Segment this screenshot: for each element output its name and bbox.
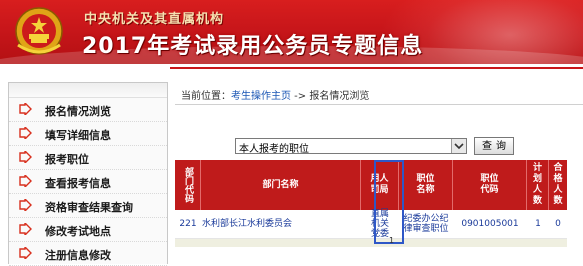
breadcrumb-divider (175, 104, 583, 105)
cell-dept-name: 水利部长江水利委员会 (202, 219, 293, 229)
sidebar-item-label: 报名情况浏览 (45, 105, 111, 118)
query-button[interactable]: 查询 (474, 137, 514, 155)
red-rule (170, 67, 583, 69)
header-banner: 中央机关及其直属机构 2017年考试录用公务员专题信息 (0, 0, 583, 64)
breadcrumb-prefix: 当前位置： (181, 91, 231, 102)
cell-dept-code: 221 (179, 219, 197, 229)
page-title: 2017年考试录用公务员专题信息 (82, 34, 424, 59)
cell-qualified: 0 (555, 219, 561, 229)
sidebar-item-label: 注册信息修改 (45, 249, 111, 262)
sidebar-item-label: 报考职位 (45, 153, 89, 166)
breadcrumb-current: -> 报名情况浏览 (291, 91, 370, 102)
arrow-right-icon (19, 175, 32, 187)
sidebar-item-apply-position[interactable]: 报考职位 (9, 146, 167, 170)
sidebar-item-label: 填写详细信息 (45, 129, 111, 142)
arrow-right-icon (19, 127, 32, 139)
chevron-down-icon[interactable] (451, 139, 466, 153)
sidebar-item-fill-details[interactable]: 填写详细信息 (9, 122, 167, 146)
qualified-column-highlight (374, 160, 404, 244)
cell-planned: 1 (535, 219, 541, 229)
sidebar-item-change-exam-location[interactable]: 修改考试地点 (9, 218, 167, 242)
cell-position-code: 0901005001 (461, 219, 519, 229)
sidebar-item-signup-status[interactable]: 报名情况浏览 (9, 98, 167, 122)
arrow-right-icon (19, 103, 32, 115)
table-footer (175, 239, 567, 247)
positions-table: 部门代码 部门名称 用人司局 职位名称 职位代码 计划人数 合格人数 221 水… (175, 160, 567, 247)
header-divider (0, 64, 583, 74)
sidebar-item-edit-registration[interactable]: 注册信息修改 (9, 242, 167, 266)
national-emblem-icon (15, 7, 63, 55)
sidebar: 报名情况浏览 填写详细信息 报考职位 查看报考信息 资格审查结果查询 修改考试地… (8, 82, 168, 266)
col-qualified: 合格人数 (553, 163, 563, 206)
cell-position-name: 纪委办公纪律审查职位 (403, 214, 449, 234)
col-position-code: 职位代码 (453, 160, 527, 210)
col-planned: 计划人数 (527, 160, 549, 210)
arrow-right-icon (19, 223, 32, 235)
table-row: 221 水利部长江水利委员会 直属机关党委 纪委办公纪律审查职位 0901005… (175, 209, 567, 239)
filter-row: 本人报考的职位 查询 (175, 136, 575, 158)
footer-number: 1 (389, 236, 395, 245)
breadcrumb: 当前位置：考生操作主页 -> 报名情况浏览 (181, 87, 369, 102)
position-select-value: 本人报考的职位 (239, 144, 309, 155)
sidebar-item-label: 查看报考信息 (45, 177, 111, 190)
sidebar-item-qualification-result[interactable]: 资格审查结果查询 (9, 194, 167, 218)
sidebar-item-label: 资格审查结果查询 (45, 201, 133, 214)
col-position-name: 职位名称 (399, 160, 453, 210)
arrow-right-icon (19, 151, 32, 163)
col-dept-code: 部门代码 (175, 160, 201, 210)
table-header: 部门代码 部门名称 用人司局 职位名称 职位代码 计划人数 合格人数 (175, 160, 567, 210)
col-dept-name: 部门名称 (201, 160, 361, 210)
org-text: 中央机关及其直属机构 (84, 12, 225, 27)
arrow-right-icon (19, 247, 32, 259)
sidebar-top-strip (9, 83, 167, 98)
sidebar-item-view-application[interactable]: 查看报考信息 (9, 170, 167, 194)
sidebar-item-label: 修改考试地点 (45, 225, 111, 238)
breadcrumb-home-link[interactable]: 考生操作主页 (231, 91, 291, 102)
arrow-right-icon (19, 199, 32, 211)
position-select[interactable]: 本人报考的职位 (235, 138, 467, 155)
